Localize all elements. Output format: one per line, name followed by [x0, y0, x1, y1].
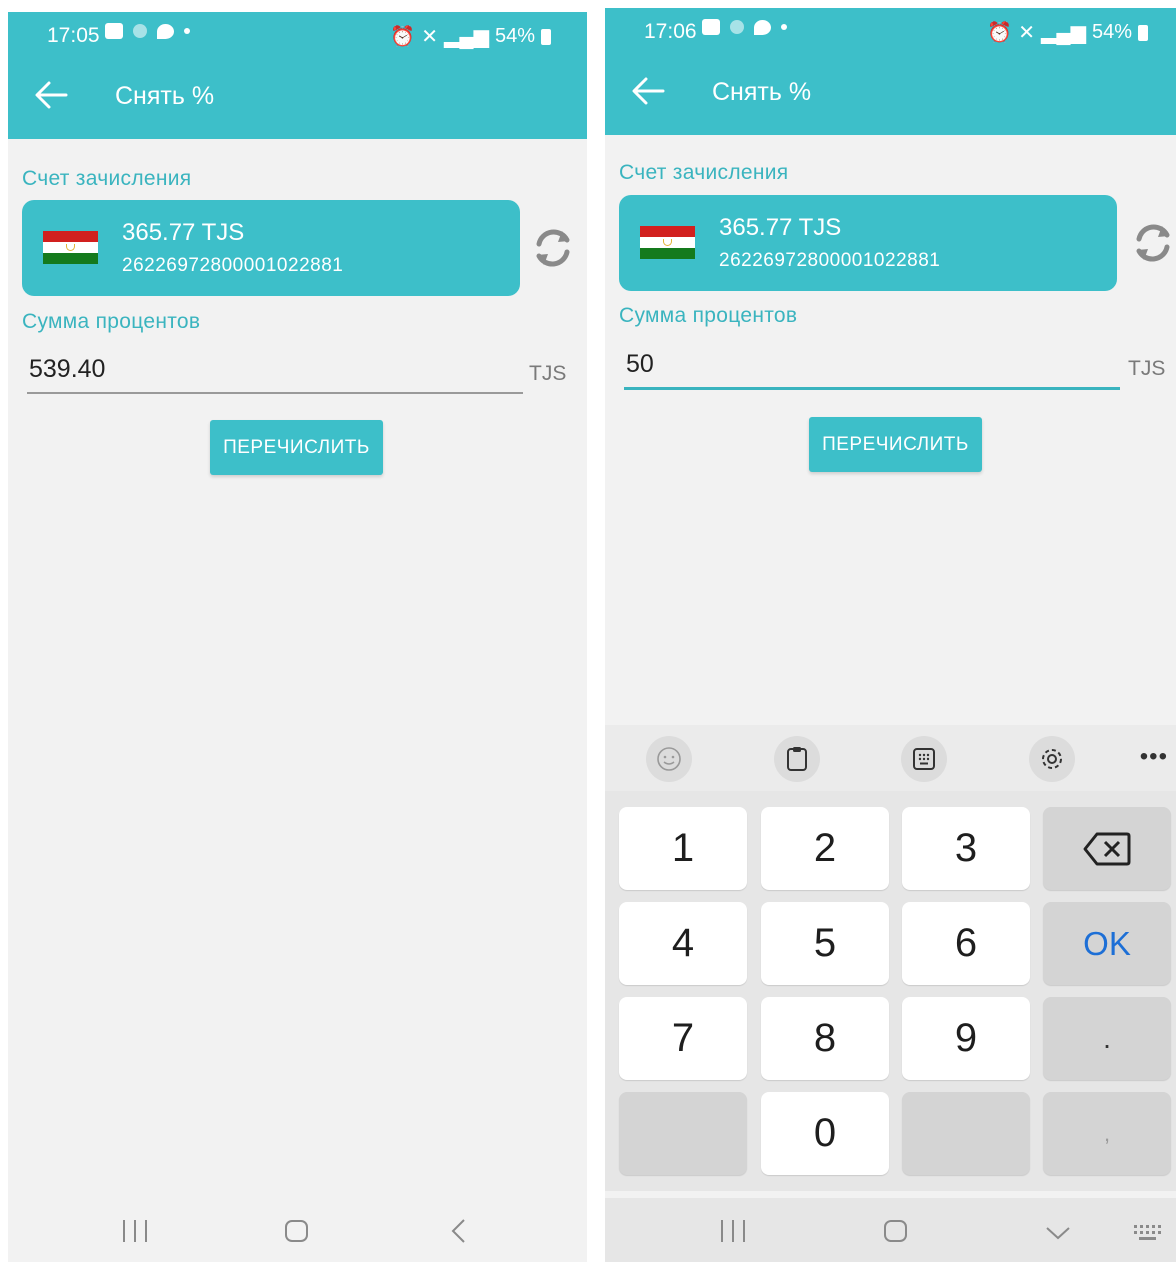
- currency-label: TJS: [529, 362, 567, 385]
- ok-key[interactable]: OK: [1043, 902, 1171, 985]
- navigation-bar: [605, 1198, 1176, 1262]
- key-2[interactable]: 2: [761, 807, 889, 890]
- refresh-icon[interactable]: [531, 226, 575, 270]
- backspace-icon: [1083, 832, 1131, 865]
- page-title: Снять %: [115, 82, 215, 110]
- mute-icon: ✕: [1018, 22, 1036, 44]
- keyboard-toolbar: •••: [605, 725, 1176, 791]
- battery-level: 54%: [494, 25, 535, 47]
- account-number: 26226972800001022881: [122, 255, 344, 276]
- key-7[interactable]: 7: [619, 997, 747, 1080]
- dot-key[interactable]: .: [1043, 997, 1171, 1080]
- key-1[interactable]: 1: [619, 807, 747, 890]
- account-label: Счет зачисления: [22, 167, 192, 190]
- status-bar: 17:06 ⏰ ✕ ▂▄▆ 54%: [605, 8, 1176, 54]
- home-icon[interactable]: [285, 1220, 308, 1242]
- more-notifications-icon: [781, 24, 787, 30]
- battery-icon: [541, 28, 551, 45]
- key-3[interactable]: 3: [902, 807, 1030, 890]
- gallery-icon: [105, 23, 123, 39]
- amount-label: Сумма процентов: [22, 310, 201, 333]
- keyboard-switch-icon[interactable]: [1133, 1224, 1163, 1242]
- more-options-icon[interactable]: •••: [1140, 743, 1168, 771]
- status-system-icons: ⏰ ✕ ▂▄▆ 54%: [987, 20, 1148, 45]
- account-number: 26226972800001022881: [719, 250, 941, 271]
- currency-label: TJS: [1128, 357, 1166, 380]
- signal-icon: ▂▄▆: [444, 26, 489, 48]
- status-time: 17:06: [644, 20, 697, 43]
- back-arrow-icon[interactable]: [631, 76, 665, 106]
- backspace-key[interactable]: [1043, 807, 1171, 890]
- status-bar: 17:05 ⏰ ✕ ▂▄▆ 54%: [8, 12, 587, 58]
- settings-icon[interactable]: [1029, 736, 1075, 782]
- flag-tajikistan-icon: [43, 231, 98, 264]
- clipboard-icon[interactable]: [774, 736, 820, 782]
- status-time: 17:05: [47, 24, 100, 47]
- alarm-icon: ⏰: [987, 22, 1013, 44]
- app-header: 17:05 ⏰ ✕ ▂▄▆ 54% Снять %: [8, 12, 587, 139]
- key-5[interactable]: 5: [761, 902, 889, 985]
- account-card[interactable]: 365.77 TJS 26226972800001022881: [22, 200, 520, 296]
- chat-icon: [157, 23, 174, 39]
- key-0[interactable]: 0: [761, 1092, 889, 1175]
- status-notification-icons: [105, 23, 190, 39]
- navigation-bar: [8, 1196, 587, 1262]
- keypad-icon[interactable]: [901, 736, 947, 782]
- screen-after: 17:06 ⏰ ✕ ▂▄▆ 54% Снять % Счет зачислени…: [605, 8, 1176, 1262]
- screen-before: 17:05 ⏰ ✕ ▂▄▆ 54% Снять % Счет зачислени…: [8, 12, 587, 1262]
- back-nav-icon[interactable]: [450, 1218, 466, 1244]
- account-balance: 365.77 TJS: [122, 219, 245, 246]
- mute-icon: ✕: [421, 26, 439, 48]
- key-8[interactable]: 8: [761, 997, 889, 1080]
- alarm-icon: ⏰: [390, 26, 416, 48]
- more-notifications-icon: [184, 28, 190, 34]
- account-label: Счет зачисления: [619, 161, 789, 184]
- transfer-button[interactable]: ПЕРЕЧИСЛИТЬ: [809, 417, 982, 472]
- refresh-icon[interactable]: [1131, 221, 1175, 265]
- app-notification-icon: [133, 24, 147, 38]
- battery-icon: [1138, 24, 1148, 41]
- amount-label: Сумма процентов: [619, 304, 798, 327]
- amount-input[interactable]: [27, 346, 523, 394]
- status-system-icons: ⏰ ✕ ▂▄▆ 54%: [390, 24, 551, 49]
- flag-tajikistan-icon: [640, 226, 695, 259]
- empty-key-left: [619, 1092, 747, 1175]
- chat-icon: [754, 19, 771, 35]
- status-notification-icons: [702, 19, 787, 35]
- key-6[interactable]: 6: [902, 902, 1030, 985]
- app-notification-icon: [730, 20, 744, 34]
- empty-key-right: [902, 1092, 1030, 1175]
- home-icon[interactable]: [884, 1220, 907, 1242]
- back-arrow-icon[interactable]: [34, 80, 68, 110]
- hide-keyboard-icon[interactable]: [1045, 1226, 1071, 1240]
- amount-input[interactable]: [624, 342, 1120, 390]
- key-9[interactable]: 9: [902, 997, 1030, 1080]
- comma-key[interactable]: ,: [1043, 1092, 1171, 1175]
- recent-apps-icon[interactable]: [123, 1220, 147, 1242]
- numeric-keyboard: 1 2 3 4 5 6 OK 7 8 9 . 0 ,: [605, 791, 1176, 1191]
- recent-apps-icon[interactable]: [721, 1220, 745, 1242]
- gallery-icon: [702, 19, 720, 35]
- account-balance: 365.77 TJS: [719, 214, 842, 241]
- account-card[interactable]: 365.77 TJS 26226972800001022881: [619, 195, 1117, 291]
- key-4[interactable]: 4: [619, 902, 747, 985]
- emoji-icon[interactable]: [646, 736, 692, 782]
- battery-level: 54%: [1091, 21, 1132, 43]
- transfer-button[interactable]: ПЕРЕЧИСЛИТЬ: [210, 420, 383, 475]
- signal-icon: ▂▄▆: [1041, 22, 1086, 44]
- page-title: Снять %: [712, 78, 812, 106]
- app-header: 17:06 ⏰ ✕ ▂▄▆ 54% Снять %: [605, 8, 1176, 135]
